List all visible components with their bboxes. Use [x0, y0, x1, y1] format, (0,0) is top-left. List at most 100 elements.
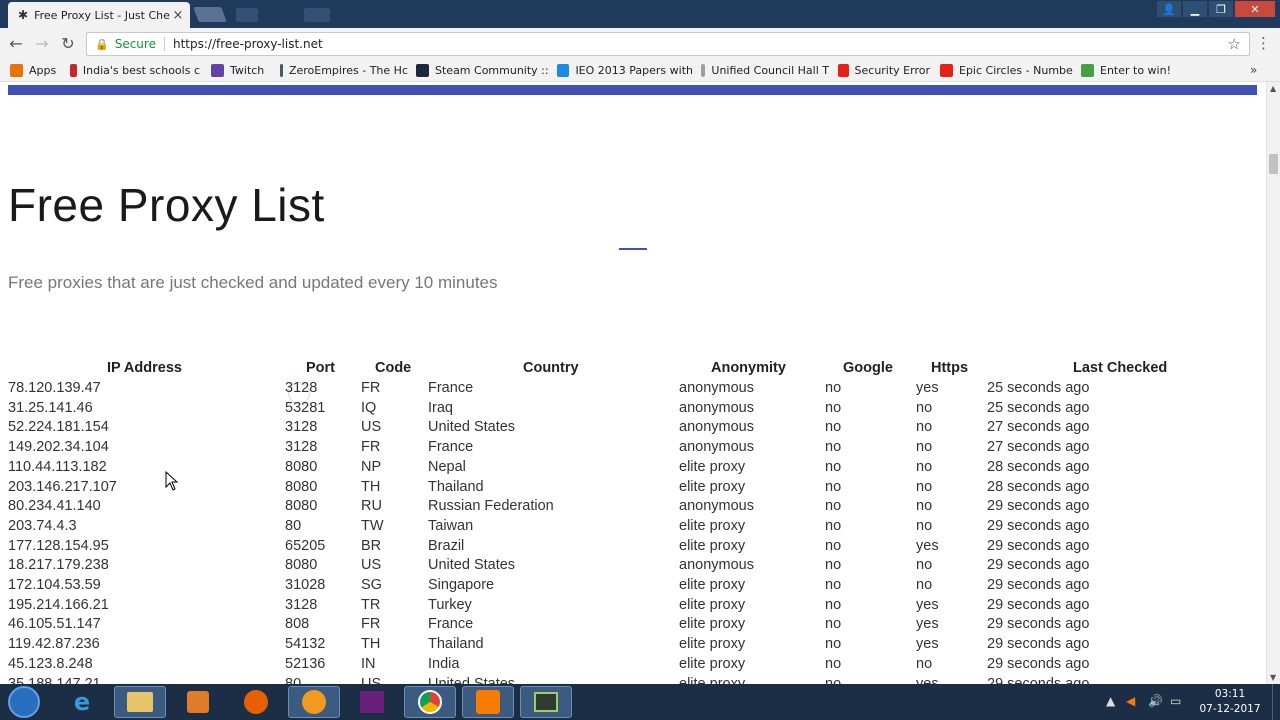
- steam-icon: [416, 64, 429, 77]
- site-favicon-icon: ✱: [18, 8, 29, 22]
- show-desktop-button[interactable]: [1272, 684, 1280, 720]
- network-icon[interactable]: ▭: [1170, 694, 1181, 708]
- more-bookmarks-icon[interactable]: »: [1250, 63, 1257, 77]
- window-close-button[interactable]: ✕: [1234, 0, 1276, 18]
- bookmark-icon: [70, 64, 77, 77]
- col-last-checked-cell: 29 seconds ago: [987, 498, 1090, 515]
- col-port-cell: 52136: [285, 655, 326, 672]
- col-https-cell: no: [916, 557, 933, 574]
- col-port-cell: 3128: [285, 380, 318, 396]
- minimize-button[interactable]: ▁: [1182, 0, 1208, 18]
- col-ip-address-cell: 203.146.217.107: [8, 478, 117, 495]
- col-last-checked-cell: 27 seconds ago: [987, 419, 1090, 436]
- col-port-cell: 80: [285, 675, 302, 685]
- col-https-cell: yes: [916, 596, 939, 613]
- col-google-cell: no: [825, 577, 842, 593]
- bookmark-star-icon[interactable]: ☆: [1228, 35, 1241, 53]
- start-button[interactable]: [4, 686, 44, 718]
- bookmark-label: IEO 2013 Papers with: [575, 64, 693, 77]
- bookmark-item[interactable]: Epic Circles - Numbe: [940, 64, 1073, 77]
- chrome-icon[interactable]: [404, 686, 456, 718]
- visual-studio-icon[interactable]: [346, 686, 398, 718]
- col-anonymity-cell: elite proxy: [679, 616, 746, 633]
- bookmark-label: ZeroEmpires - The Hc: [288, 64, 408, 77]
- col-country-cell: Nepal: [428, 458, 466, 475]
- address-bar[interactable]: 🔒 Secure https://free-proxy-list.net ☆: [86, 32, 1250, 56]
- scroll-up-icon[interactable]: ▲: [1270, 84, 1276, 93]
- bookmark-item[interactable]: Steam Community ::: [416, 64, 549, 77]
- col-https-cell: no: [916, 517, 933, 534]
- uc-browser-icon[interactable]: [288, 686, 340, 718]
- globe-icon: [1081, 64, 1094, 77]
- col-code-cell: TH: [361, 478, 381, 495]
- scroll-thumb[interactable]: [1269, 154, 1278, 174]
- col-code-cell: US: [361, 419, 382, 436]
- col-google-header[interactable]: Google: [843, 360, 893, 376]
- col-code-header[interactable]: Code: [375, 360, 411, 376]
- bookmark-label: Enter to win!: [1100, 64, 1171, 77]
- col-port-cell: 3128: [285, 596, 318, 613]
- col-country-cell: United States: [428, 675, 516, 685]
- col-code-cell: SG: [361, 577, 382, 593]
- volume-icon[interactable]: 🔊: [1148, 694, 1163, 708]
- col-code-cell: TH: [361, 636, 381, 653]
- bookmark-label: Epic Circles - Numbe: [959, 64, 1073, 77]
- bookmark-item[interactable]: Security Error: [838, 64, 930, 77]
- col-google-cell: no: [825, 616, 842, 633]
- vertical-scrollbar[interactable]: ▲ ▼: [1266, 82, 1280, 684]
- browser-tab[interactable]: ✱ Free Proxy List - Just Che ×: [8, 2, 190, 28]
- back-arrow-icon[interactable]: ←: [6, 34, 26, 54]
- col-port-cell: 80: [285, 517, 302, 534]
- new-tab-button[interactable]: [193, 7, 227, 22]
- col-ip-address-header[interactable]: IP Address: [107, 360, 182, 376]
- orange-app-icon[interactable]: [462, 686, 514, 718]
- bookmark-item[interactable]: Enter to win!: [1081, 64, 1171, 77]
- bookmark-item[interactable]: India's best schools c: [70, 64, 200, 77]
- col-port-header[interactable]: Port: [306, 360, 335, 376]
- col-anonymity-cell: elite proxy: [679, 458, 746, 475]
- forward-arrow-icon[interactable]: →: [32, 34, 52, 54]
- col-country-cell: France: [428, 439, 474, 456]
- bookmark-item[interactable]: ZeroEmpires - The Hc: [280, 64, 408, 77]
- bookmark-item[interactable]: IEO 2013 Papers with: [557, 64, 693, 77]
- tray-expand-icon[interactable]: ▲: [1106, 694, 1115, 708]
- col-country-header[interactable]: Country: [523, 360, 579, 376]
- bookmark-label: Unified Council Hall T: [711, 64, 829, 77]
- firefox-icon[interactable]: [230, 686, 282, 718]
- col-code-cell: US: [361, 675, 382, 685]
- clock-date: 07-12-2017: [1199, 703, 1261, 715]
- user-profile-button[interactable]: 👤: [1156, 0, 1182, 18]
- bookmark-item[interactable]: Unified Council Hall T: [701, 64, 829, 77]
- col-ip-address-cell: 203.74.4.3: [8, 517, 77, 534]
- reload-icon[interactable]: ↻: [58, 34, 78, 54]
- col-anonymity-cell: anonymous: [679, 399, 754, 416]
- col-https-cell: yes: [916, 537, 939, 554]
- col-ip-address-cell: 195.214.166.21: [8, 596, 109, 613]
- col-code-cell: FR: [361, 439, 381, 456]
- col-code-cell: BR: [361, 537, 382, 554]
- col-anonymity-cell: anonymous: [679, 557, 754, 574]
- tab-close-icon[interactable]: ×: [170, 8, 186, 23]
- col-last-checked-header[interactable]: Last Checked: [1073, 360, 1167, 376]
- lock-icon: 🔒: [95, 37, 109, 51]
- bookmark-item[interactable]: Apps: [10, 64, 56, 77]
- col-anonymity-cell: anonymous: [679, 498, 754, 515]
- col-port-cell: 3128: [285, 419, 318, 436]
- col-https-cell: no: [916, 458, 933, 475]
- scroll-down-icon[interactable]: ▼: [1270, 673, 1276, 682]
- table-row: 177.128.154.95 65205 BR Brazil elite proxy no…: [0, 538, 1266, 558]
- file-explorer-icon[interactable]: [114, 686, 166, 718]
- taskbar-clock[interactable]: 03:11 07-12-2017: [1192, 687, 1268, 717]
- bookmark-item[interactable]: Twitch: [211, 64, 264, 77]
- restore-button[interactable]: ❐: [1208, 0, 1234, 18]
- apps-icon: [10, 64, 23, 77]
- tray-app-icon[interactable]: ◀: [1126, 694, 1135, 708]
- col-anonymity-header[interactable]: Anonymity: [711, 360, 786, 376]
- internet-explorer-icon[interactable]: e: [56, 686, 108, 718]
- ieo-icon: [557, 64, 570, 77]
- media-player-icon[interactable]: [172, 686, 224, 718]
- col-https-header[interactable]: Https: [931, 360, 968, 376]
- terminal-icon[interactable]: [520, 686, 572, 718]
- col-anonymity-cell: anonymous: [679, 419, 754, 436]
- browser-menu-icon[interactable]: ⋮: [1256, 34, 1271, 52]
